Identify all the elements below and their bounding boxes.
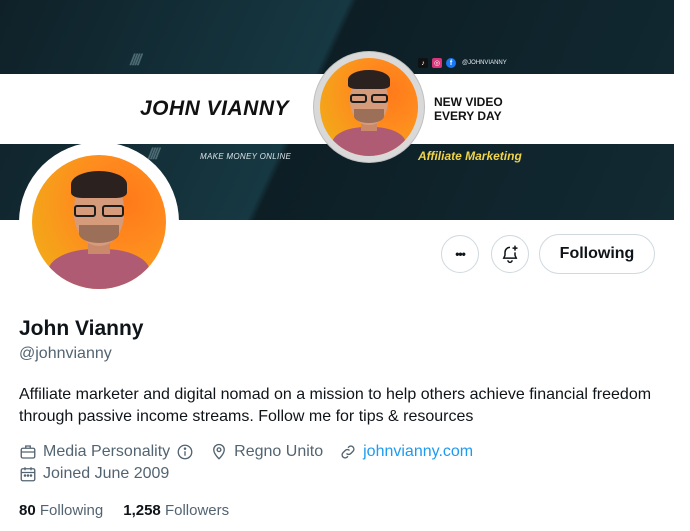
banner-subtitle: MAKE MONEY ONLINE <box>200 152 292 161</box>
following-button[interactable]: Following <box>539 234 655 274</box>
website-link[interactable]: johnvianny.com <box>363 443 473 461</box>
briefcase-icon <box>20 445 36 459</box>
location-pin-icon <box>213 443 226 460</box>
more-options-button[interactable]: ••• <box>441 235 479 273</box>
profile-meta-joined: Joined June 2009 <box>19 465 185 483</box>
profile-bio: Affiliate marketer and digital nomad on … <box>19 386 652 425</box>
category-item: Media Personality <box>19 443 194 461</box>
bell-plus-icon <box>502 245 518 264</box>
profile-display-name: John Vianny <box>19 317 144 340</box>
link-icon <box>341 445 355 459</box>
avatar-portrait <box>32 155 166 289</box>
profile-meta: Media Personality Regno Unito johnvianny… <box>19 443 489 461</box>
banner-social-handle: @JOHNVIANNY <box>462 60 507 66</box>
tiktok-icon: ♪ <box>418 58 428 68</box>
banner-affiliate-text: Affiliate Marketing <box>418 149 522 163</box>
following-stat[interactable]: 80 Following <box>19 502 103 519</box>
facebook-icon: f <box>446 58 456 68</box>
instagram-icon: ◎ <box>432 58 442 68</box>
followers-stat[interactable]: 1,258 Followers <box>123 502 229 519</box>
followers-count: 1,258 <box>123 502 161 519</box>
profile-avatar[interactable] <box>19 142 179 302</box>
website-item: johnvianny.com <box>339 443 473 461</box>
banner-deco-stripes: //// <box>130 52 142 69</box>
banner-socials: ♪ ◎ f @JOHNVIANNY <box>418 58 507 68</box>
category-label: Media Personality <box>43 443 171 460</box>
followers-stat-label: Followers <box>164 502 230 519</box>
location-item: Regno Unito <box>210 443 323 461</box>
following-count: 80 <box>19 502 36 519</box>
banner-avatar <box>314 52 424 162</box>
banner-portrait <box>320 58 418 156</box>
info-icon[interactable] <box>176 443 194 461</box>
more-icon: ••• <box>455 247 466 261</box>
banner-tagline: NEW VIDEO EVERY DAY <box>434 95 503 123</box>
following-stat-label: Following <box>39 502 104 519</box>
banner-tagline-line2: EVERY DAY <box>434 109 502 123</box>
location-label: Regno Unito <box>234 443 324 460</box>
banner-tagline-line1: NEW VIDEO <box>434 95 503 109</box>
joined-label: Joined June 2009 <box>43 465 170 482</box>
banner-name: JOHN VIANNY <box>140 97 290 120</box>
profile-handle: @johnvianny <box>19 345 112 362</box>
calendar-icon <box>20 467 36 482</box>
notifications-button[interactable] <box>491 235 529 273</box>
profile-stats: 80 Following 1,258 Followers <box>19 502 229 519</box>
joined-item: Joined June 2009 <box>19 465 169 483</box>
